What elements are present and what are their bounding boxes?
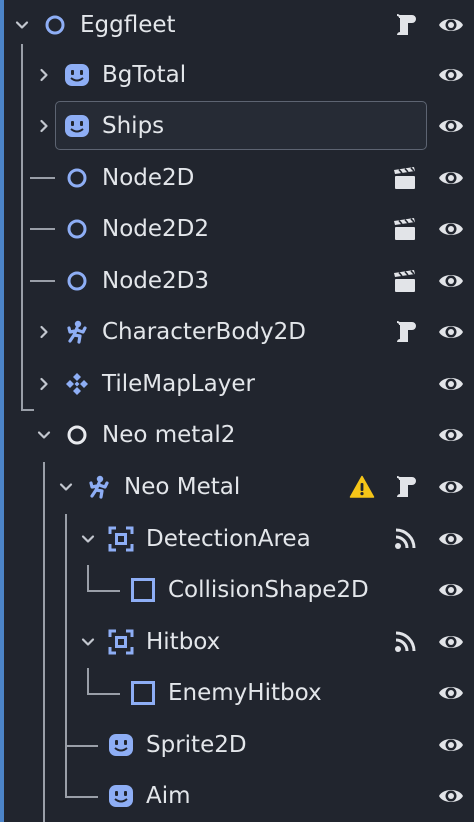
node-circle-icon (67, 219, 87, 239)
scene-clapper-icon[interactable] (392, 268, 418, 294)
tree-row-node2d3[interactable]: Node2D3 (0, 256, 474, 307)
character-body-icon (67, 320, 87, 344)
node-label: DetectionArea (146, 526, 311, 552)
eye-visibility-icon[interactable] (437, 270, 465, 292)
node-circle-white-icon (67, 425, 87, 445)
eye-visibility-icon[interactable] (437, 424, 465, 446)
node-circle-icon (67, 271, 87, 291)
tree-row-collisionshape2d[interactable]: CollisionShape2D (0, 565, 474, 616)
node-circle-icon (45, 15, 65, 35)
character-body-icon (89, 475, 109, 499)
chevron-down-icon[interactable] (59, 480, 73, 494)
eye-visibility-icon[interactable] (437, 167, 465, 189)
node-label: Node2D2 (102, 216, 210, 242)
node-label: TileMapLayer (102, 371, 255, 397)
tree-row-tilemaplayer[interactable]: TileMapLayer (0, 359, 474, 410)
node-label: Node2D3 (102, 268, 210, 294)
eye-visibility-icon[interactable] (437, 579, 465, 601)
tree-row-eggfleet[interactable]: Eggfleet (0, 0, 474, 51)
chevron-right-icon[interactable] (37, 68, 51, 82)
node-circle-icon (67, 168, 87, 188)
tree-row-hitbox[interactable]: Hitbox (0, 617, 474, 668)
tree-row-ships[interactable]: Ships (0, 101, 474, 152)
node-label: Node2D (102, 165, 195, 191)
signal-icon[interactable] (392, 526, 418, 552)
area2d-icon (108, 629, 134, 655)
eye-visibility-icon[interactable] (437, 64, 465, 86)
sprite-icon (65, 115, 89, 137)
scene-clapper-icon[interactable] (392, 216, 418, 242)
eye-visibility-icon[interactable] (437, 373, 465, 395)
chevron-down-icon[interactable] (37, 428, 51, 442)
script-icon[interactable] (392, 474, 418, 500)
chevron-down-icon[interactable] (81, 635, 95, 649)
script-icon[interactable] (392, 12, 418, 38)
script-icon[interactable] (392, 319, 418, 345)
eye-visibility-icon[interactable] (437, 321, 465, 343)
node-label: BgTotal (102, 62, 187, 88)
chevron-right-icon[interactable] (37, 377, 51, 391)
chevron-down-icon[interactable] (15, 18, 29, 32)
tree-row-characterbody2d[interactable]: CharacterBody2D (0, 307, 474, 358)
chevron-right-icon[interactable] (37, 119, 51, 133)
sprite-icon (109, 785, 133, 807)
sprite-icon (65, 64, 89, 86)
eye-visibility-icon[interactable] (437, 528, 465, 550)
tree-row-aim[interactable]: Aim (0, 771, 474, 822)
chevron-right-icon[interactable] (37, 325, 51, 339)
tree-row-sprite2d[interactable]: Sprite2D (0, 720, 474, 771)
eye-visibility-icon[interactable] (437, 785, 465, 807)
tree-row-detectionarea[interactable]: DetectionArea (0, 514, 474, 565)
eye-visibility-icon[interactable] (437, 682, 465, 704)
tree-row-enemyhitbox[interactable]: EnemyHitbox (0, 668, 474, 719)
node-label: EnemyHitbox (168, 680, 322, 706)
warning-icon[interactable] (349, 474, 375, 500)
node-label: CharacterBody2D (102, 319, 306, 345)
eye-visibility-icon[interactable] (437, 14, 465, 36)
tree-row-neo-metal[interactable]: Neo Metal (0, 462, 474, 513)
tree-row-node2d[interactable]: Node2D (0, 153, 474, 204)
collision-shape-icon (131, 681, 155, 705)
node-label: Eggfleet (80, 12, 176, 38)
eye-visibility-icon[interactable] (437, 218, 465, 240)
area2d-icon (108, 526, 134, 552)
node-label: Aim (146, 783, 191, 809)
eye-visibility-icon[interactable] (437, 476, 465, 498)
tree-row-neo-metal2[interactable]: Neo metal2 (0, 410, 474, 461)
chevron-down-icon[interactable] (81, 532, 95, 546)
collision-shape-icon (131, 578, 155, 602)
signal-icon[interactable] (392, 629, 418, 655)
node-label: Hitbox (146, 629, 221, 655)
sprite-icon (109, 734, 133, 756)
node-label: Sprite2D (146, 732, 247, 758)
eye-visibility-icon[interactable] (437, 631, 465, 653)
tree-row-node2d2[interactable]: Node2D2 (0, 204, 474, 255)
tilemap-icon (66, 373, 88, 395)
scene-clapper-icon[interactable] (392, 165, 418, 191)
node-label: Neo Metal (124, 474, 241, 500)
tree-row-bgtotal[interactable]: BgTotal (0, 50, 474, 101)
node-label: Ships (102, 113, 165, 139)
node-label: Neo metal2 (102, 422, 236, 448)
eye-visibility-icon[interactable] (437, 734, 465, 756)
node-label: CollisionShape2D (168, 577, 369, 603)
eye-visibility-icon[interactable] (437, 115, 465, 137)
